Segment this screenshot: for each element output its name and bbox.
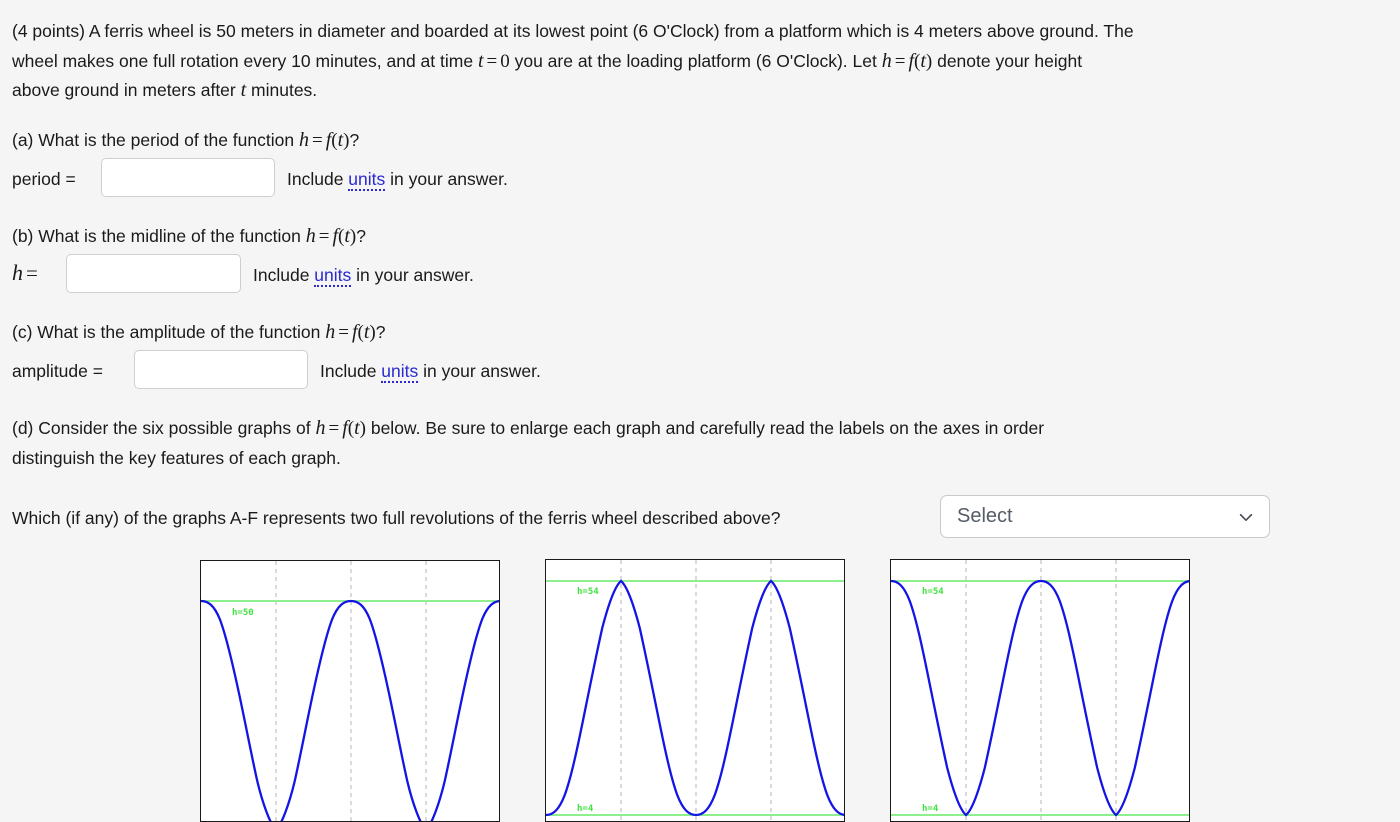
statement-line-3: above ground in meters after t minutes. bbox=[12, 79, 318, 101]
part-d-intro-pre: (d) Consider the six possible graphs of bbox=[12, 418, 316, 438]
graph-c-svg: h=54 h=4 bbox=[891, 560, 1189, 821]
guide-label-h50: h=50 bbox=[232, 608, 254, 618]
units-link-c[interactable]: units bbox=[381, 361, 419, 383]
part-b-label-eq: = bbox=[26, 261, 38, 285]
midline-input[interactable] bbox=[66, 254, 241, 293]
part-b-label-h: h bbox=[12, 260, 23, 285]
part-b-answer-row: h = bbox=[12, 258, 41, 290]
problem-page: (4 points) A ferris wheel is 50 meters i… bbox=[0, 0, 1400, 822]
amplitude-input[interactable] bbox=[134, 350, 308, 389]
math-equals-c: = bbox=[338, 322, 349, 343]
statement-text-2a: wheel makes one full rotation every 10 m… bbox=[12, 50, 478, 71]
graph-panel-c[interactable]: h=54 h=4 bbox=[890, 559, 1190, 822]
statement-text-3b: minutes. bbox=[246, 80, 318, 100]
math-h-c: h bbox=[325, 321, 336, 343]
chevron-down-icon bbox=[1239, 513, 1253, 521]
units-link-b[interactable]: units bbox=[314, 265, 352, 287]
part-c-question-suffix: ? bbox=[375, 322, 386, 342]
part-c-label: amplitude = bbox=[12, 361, 103, 381]
part-b-hint-pre: Include bbox=[253, 265, 315, 285]
part-a-hint: Include units in your answer. bbox=[287, 165, 508, 195]
guide-label-h4: h=4 bbox=[922, 804, 939, 814]
period-input[interactable] bbox=[101, 158, 275, 197]
statement-text-1: (4 points) A ferris wheel is 50 meters i… bbox=[12, 21, 1134, 41]
problem-statement: (4 points) A ferris wheel is 50 meters i… bbox=[12, 17, 1382, 106]
math-h-d: h bbox=[315, 417, 326, 439]
part-a-question-suffix: ? bbox=[349, 130, 360, 150]
graph-choice-select[interactable]: Select bbox=[940, 495, 1270, 538]
part-c-hint-pre: Include bbox=[320, 361, 382, 381]
statement-text-3a: above ground in meters after bbox=[12, 80, 241, 100]
guide-label-h54: h=54 bbox=[922, 587, 944, 597]
part-d-intro-line2: distinguish the key features of each gra… bbox=[12, 447, 341, 468]
statement-text-2b: you are at the loading platform (6 O'Clo… bbox=[509, 50, 882, 71]
part-b-question-text: (b) What is the midline of the function bbox=[12, 226, 306, 246]
part-d-intro-post: below. Be sure to enlarge each graph and… bbox=[365, 418, 1045, 438]
math-t-1: t bbox=[477, 49, 484, 72]
graph-a-svg: h=50 bbox=[201, 561, 499, 821]
units-link-a[interactable]: units bbox=[348, 169, 386, 191]
math-equals-2: = bbox=[894, 50, 906, 72]
part-c-hint-post: in your answer. bbox=[418, 361, 541, 381]
guide-label-h54: h=54 bbox=[577, 587, 599, 597]
part-a-answer-row: period = bbox=[12, 165, 76, 195]
part-b-question-suffix: ? bbox=[356, 226, 366, 246]
part-c-hint: Include units in your answer. bbox=[320, 357, 541, 387]
part-a-hint-pre: Include bbox=[287, 169, 349, 189]
part-c-question-text: (c) What is the amplitude of the functio… bbox=[12, 322, 326, 342]
guide-label-h4: h=4 bbox=[577, 804, 594, 814]
statement-line-1: (4 points) A ferris wheel is 50 meters i… bbox=[12, 21, 1134, 41]
math-h-a: h bbox=[298, 129, 309, 151]
part-a-label: period = bbox=[12, 169, 76, 189]
part-a-question: (a) What is the period of the function h… bbox=[12, 126, 359, 156]
statement-text-2c: denote your height bbox=[932, 50, 1083, 71]
part-c-question: (c) What is the amplitude of the functio… bbox=[12, 318, 385, 348]
math-equals-1: = bbox=[486, 50, 498, 72]
part-a-question-text: (a) What is the period of the function bbox=[12, 130, 299, 150]
part-b-hint: Include units in your answer. bbox=[253, 261, 474, 291]
part-c-answer-row: amplitude = bbox=[12, 357, 103, 387]
math-equals-b: = bbox=[318, 226, 330, 247]
math-h-b: h bbox=[305, 225, 316, 247]
part-d-select-question: Which (if any) of the graphs A-F represe… bbox=[12, 508, 781, 528]
math-zero: 0 bbox=[500, 50, 510, 72]
part-b-hint-post: in your answer. bbox=[351, 265, 474, 285]
part-d-intro: (d) Consider the six possible graphs of … bbox=[12, 414, 1382, 473]
math-equals-d: = bbox=[328, 418, 340, 439]
graph-b-svg: h=54 h=4 bbox=[546, 560, 844, 821]
graph-panel-a[interactable]: h=50 bbox=[200, 560, 500, 822]
graph-choice-select-value: Select bbox=[957, 505, 1013, 527]
statement-line-2: wheel makes one full rotation every 10 m… bbox=[12, 49, 1083, 72]
part-b-question: (b) What is the midline of the function … bbox=[12, 222, 366, 252]
part-a-hint-post: in your answer. bbox=[385, 169, 508, 189]
graph-panel-b[interactable]: h=54 h=4 bbox=[545, 559, 845, 822]
math-h-1: h bbox=[881, 49, 892, 72]
math-equals-a: = bbox=[311, 130, 323, 151]
